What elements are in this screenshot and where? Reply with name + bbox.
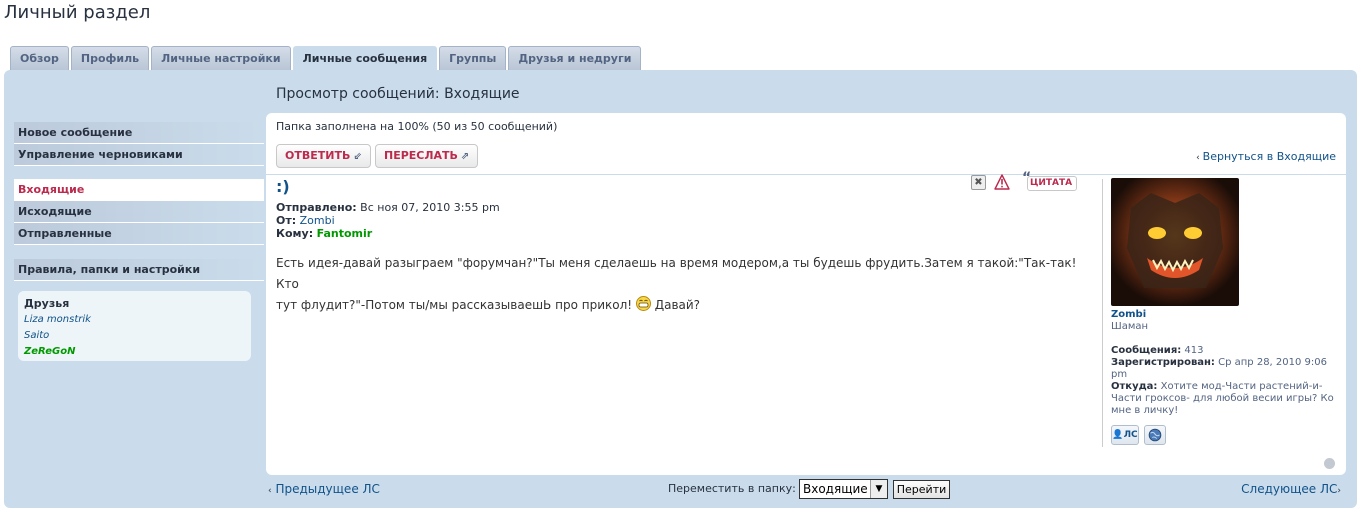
profile-registered: Зарегистрирован: Ср апр 28, 2010 9:06 pm [1111,357,1327,380]
chevron-left-icon: ‹ [1196,153,1200,163]
sent-meta: Отправлено: Вс ноя 07, 2010 3:55 pm [276,201,500,214]
grin-smiley-icon [635,296,651,311]
sidebar-item-sent[interactable]: Отправленные [14,223,264,245]
forward-arrow-icon: ⇗ [460,151,470,162]
reply-button[interactable]: ОТВЕТИТЬ ⇙ [276,144,371,168]
from-meta: От: Zombi [276,214,335,227]
friends-box: Друзья Liza monstrik Saito ZeReGoN [18,291,251,361]
author-link[interactable]: Zombi [300,214,335,227]
dropdown-arrow-icon: ▼ [870,480,887,498]
sidebar-item-new-message[interactable]: Новое сообщение [14,122,264,144]
profile-username[interactable]: Zombi [1111,309,1146,320]
to-meta: Кому: Fantomir [276,227,373,240]
website-globe-icon[interactable] [1144,425,1166,445]
go-button[interactable]: Перейти [893,480,950,499]
profile-rank: Шаман [1111,321,1149,332]
quote-button[interactable]: “ЦИТАТА [1022,171,1078,191]
user-icon: 👤 [1112,430,1124,440]
back-to-top-icon[interactable] [1324,458,1335,469]
sidebar-group-folders: Входящие Исходящие Отправленные [14,179,264,245]
chevron-left-icon: ‹ [268,486,272,496]
tab-preferences[interactable]: Личные настройки [151,46,291,70]
reply-arrow-icon: ⇙ [353,151,362,162]
move-to-folder-label: Переместить в папку: [668,482,796,495]
tab-groups[interactable]: Группы [439,46,507,70]
folder-status: Папка заполнена на 100% (50 из 50 сообще… [276,120,558,133]
tab-friends-foes[interactable]: Друзья и недруги [508,46,642,70]
tab-bar: Обзор Профиль Личные настройки Личные со… [10,46,642,71]
sidebar-item-drafts[interactable]: Управление черновиками [14,144,264,166]
profile-divider [1102,179,1103,447]
move-folder-select[interactable]: Входящие ▼ [799,479,888,499]
chevron-right-icon: › [1337,486,1341,496]
message-subject: :) [276,177,290,196]
sidebar-item-outbox[interactable]: Исходящие [14,201,264,223]
friend-link-online[interactable]: ZeReGoN [24,344,245,360]
report-icon[interactable] [994,174,1010,190]
message-view: Папка заполнена на 100% (50 из 50 сообще… [266,113,1346,475]
recipient-link[interactable]: Fantomir [317,227,373,240]
tab-profile[interactable]: Профиль [70,46,150,70]
send-pm-button[interactable]: 👤ЛС [1111,425,1139,445]
previous-pm-link[interactable]: ‹ Предыдущее ЛС [268,482,380,496]
sidebar-item-rules-folders[interactable]: Правила, папки и настройки [14,259,264,281]
content-title: Просмотр сообщений: Входящие [276,86,520,102]
sidebar-item-inbox[interactable]: Входящие [14,179,264,201]
sidebar-group-compose: Новое сообщение Управление черновиками [14,122,264,166]
forward-button[interactable]: ПЕРЕСЛАТЬ ⇗ [375,144,479,168]
profile-location: Откуда: Хотите мод-Части растений-и-Част… [1111,381,1334,416]
sidebar-group-options: Правила, папки и настройки [14,259,264,281]
divider [266,174,1346,175]
profile-posts: Сообщения: 413 [1111,345,1204,356]
quote-icon: “ [1022,170,1032,186]
message-body: Есть идея-давай разыграем "форумчан?"Ты … [276,256,1077,312]
friend-link[interactable]: Saito [24,328,245,344]
back-to-inbox-link[interactable]: ‹ Вернуться в Входящие [1196,150,1336,163]
next-pm-link[interactable]: Следующее ЛС› [1241,482,1341,496]
friends-title: Друзья [24,297,70,310]
page-title: Личный раздел [4,2,151,23]
avatar[interactable] [1111,178,1239,306]
friend-link[interactable]: Liza monstrik [24,312,245,328]
tab-overview[interactable]: Обзор [10,46,69,70]
delete-icon[interactable]: ✖ [971,175,986,190]
tab-private-messages[interactable]: Личные сообщения [292,46,438,71]
